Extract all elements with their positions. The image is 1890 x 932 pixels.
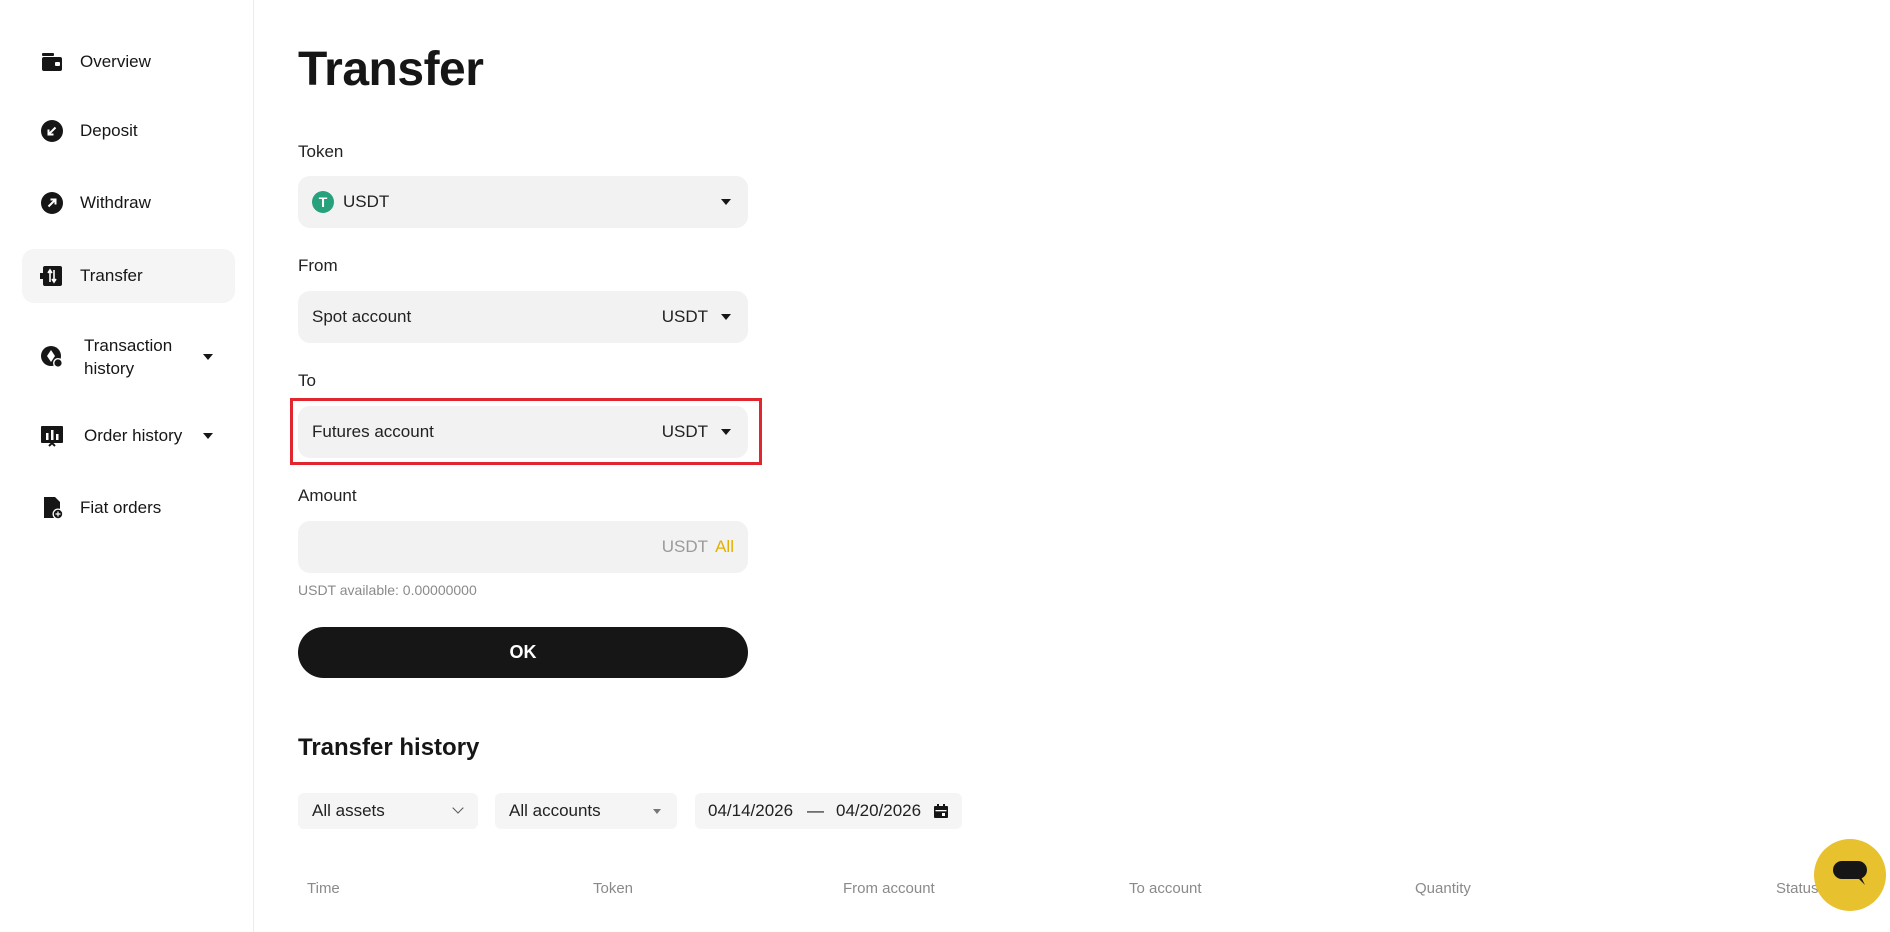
sidebar-item-label: Fiat orders bbox=[80, 498, 162, 517]
sidebar-item-transfer[interactable]: Transfer bbox=[22, 249, 235, 303]
caret-down-icon bbox=[721, 314, 731, 320]
page-title: Transfer bbox=[298, 43, 484, 96]
assets-filter-label: All assets bbox=[312, 801, 385, 820]
available-balance: USDT available: 0.00000000 bbox=[298, 582, 477, 598]
highlight-box bbox=[290, 398, 762, 465]
accounts-filter-label: All accounts bbox=[509, 801, 601, 820]
withdraw-arrow-icon bbox=[40, 191, 64, 215]
from-account-select[interactable]: Spot account USDT bbox=[298, 291, 748, 343]
column-header-time: Time bbox=[307, 880, 340, 897]
sidebar-item-fiat-orders[interactable]: Fiat orders bbox=[22, 484, 235, 532]
from-account-unit: USDT bbox=[661, 307, 708, 326]
usdt-token-icon: T bbox=[312, 191, 334, 213]
date-start: 04/14/2026 bbox=[708, 801, 794, 820]
wallet-icon bbox=[40, 50, 64, 74]
chat-icon bbox=[1831, 858, 1869, 893]
amount-label: Amount bbox=[298, 486, 357, 505]
sidebar-item-label: Overview bbox=[80, 52, 151, 71]
all-amount-button[interactable]: All bbox=[715, 537, 734, 557]
token-value: USDT bbox=[343, 192, 390, 211]
sidebar-item-label: Withdraw bbox=[80, 193, 151, 212]
chevron-down-icon[interactable] bbox=[203, 354, 213, 360]
chevron-down-icon[interactable] bbox=[203, 433, 213, 439]
amount-input[interactable] bbox=[312, 521, 616, 575]
to-label: To bbox=[298, 371, 316, 390]
assets-filter[interactable]: All assets bbox=[298, 793, 478, 829]
amount-field: USDT All bbox=[298, 521, 748, 575]
deposit-arrow-icon bbox=[40, 119, 64, 143]
fiat-orders-icon bbox=[40, 496, 64, 520]
accounts-filter[interactable]: All accounts bbox=[495, 793, 677, 829]
chat-support-button[interactable] bbox=[1814, 839, 1886, 911]
caret-down-icon bbox=[721, 199, 731, 205]
date-range-picker[interactable]: 04/14/2026 — 04/20/2026 bbox=[695, 793, 962, 829]
transfer-history-title: Transfer history bbox=[298, 734, 480, 761]
sidebar: Overview Deposit Withdraw Transfer Trans… bbox=[0, 0, 254, 932]
from-account-value: Spot account bbox=[312, 307, 412, 326]
transfer-icon bbox=[40, 264, 64, 288]
token-label: Token bbox=[298, 142, 344, 161]
sidebar-item-deposit[interactable]: Deposit bbox=[22, 107, 235, 155]
chevron-down-icon bbox=[452, 802, 464, 814]
column-header-quantity: Quantity bbox=[1415, 880, 1471, 897]
date-end: 04/20/2026 bbox=[836, 801, 922, 820]
sidebar-item-transaction-history[interactable]: Transaction history bbox=[22, 328, 235, 386]
column-header-token: Token bbox=[593, 880, 634, 897]
order-history-icon bbox=[40, 424, 64, 448]
sidebar-item-overview[interactable]: Overview bbox=[22, 38, 235, 86]
sidebar-item-label: Transaction history bbox=[84, 336, 173, 378]
sidebar-item-withdraw[interactable]: Withdraw bbox=[22, 179, 235, 227]
token-select[interactable]: T USDT bbox=[298, 176, 748, 228]
sidebar-item-order-history[interactable]: Order history bbox=[22, 412, 235, 460]
sidebar-item-label: Transfer bbox=[80, 266, 143, 285]
amount-unit: USDT bbox=[661, 537, 708, 556]
ok-button[interactable]: OK bbox=[298, 627, 748, 678]
calendar-icon bbox=[933, 803, 949, 819]
date-separator: — bbox=[807, 801, 824, 820]
sidebar-item-label: Order history bbox=[84, 426, 183, 445]
caret-down-icon bbox=[653, 809, 661, 814]
transaction-history-icon bbox=[40, 345, 64, 369]
column-header-from-account: From account bbox=[843, 880, 935, 897]
column-header-status: Status bbox=[1776, 880, 1819, 897]
column-header-to-account: To account bbox=[1129, 880, 1202, 897]
sidebar-item-label: Deposit bbox=[80, 121, 138, 140]
from-label: From bbox=[298, 256, 338, 275]
